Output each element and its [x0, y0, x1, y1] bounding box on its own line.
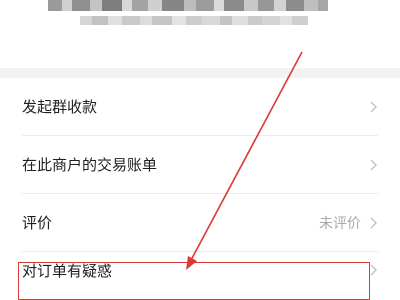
chevron-right-icon: [370, 101, 377, 112]
menu-item-label: 对订单有疑惑: [22, 261, 113, 280]
menu-item-review[interactable]: 评价 未评价: [22, 194, 378, 252]
section-separator: [0, 68, 400, 78]
chevron-right-icon: [370, 217, 377, 228]
menu-item-label: 发起群收款: [22, 98, 98, 116]
blurred-text-line: [48, 0, 348, 11]
blurred-header: [0, 0, 400, 68]
chevron-right-icon: [370, 264, 377, 276]
menu-item-merchant-bills[interactable]: 在此商户的交易账单: [22, 136, 378, 194]
menu-item-order-question[interactable]: 对订单有疑惑: [22, 252, 378, 288]
menu-item-label: 在此商户的交易账单: [22, 156, 158, 174]
menu-list: 发起群收款 在此商户的交易账单 评价 未评价 对订单有疑惑: [0, 78, 400, 288]
chevron-right-icon: [370, 159, 377, 170]
review-status: 未评价: [319, 215, 361, 232]
blurred-text-line: [80, 16, 318, 25]
menu-item-group-collect[interactable]: 发起群收款: [22, 78, 378, 136]
menu-item-label: 评价: [22, 214, 53, 232]
